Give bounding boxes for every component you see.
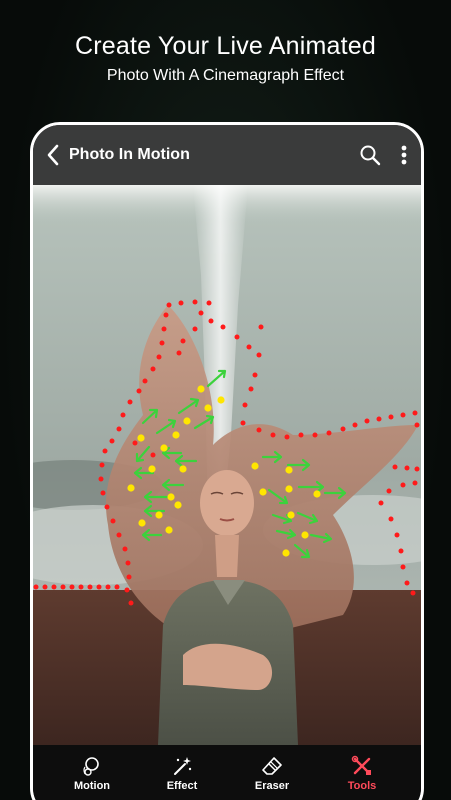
tool-motion-label: Motion — [73, 780, 111, 792]
eraser-icon — [262, 757, 282, 775]
screen: Create Your Live Animated Photo With A C… — [0, 0, 451, 800]
tool-tools-label: Tools — [347, 780, 377, 792]
tool-eraser-label: Eraser — [254, 780, 290, 792]
chevron-left-icon — [47, 144, 59, 166]
magic-wand-icon — [174, 757, 192, 775]
tool-motion[interactable]: Motion — [52, 745, 132, 800]
promo-subtitle: Photo With A Cinemagraph Effect — [106, 67, 345, 84]
bottom-toolbar: Motion Effect Eraser Tools — [33, 745, 421, 800]
back-button[interactable] — [39, 125, 67, 185]
motion-icon — [83, 757, 99, 776]
tool-effect[interactable]: Effect — [142, 745, 222, 800]
app-title: Photo In Motion — [69, 146, 190, 163]
promo-title: Create Your Live Animated — [74, 32, 377, 60]
tool-eraser[interactable]: Eraser — [232, 745, 312, 800]
tool-tools[interactable]: Tools — [322, 745, 402, 800]
search-icon — [360, 145, 381, 166]
photo-svg[interactable] — [33, 185, 421, 745]
app-bar: Photo In Motion — [33, 125, 421, 185]
phone-frame: Photo In Motion Motion Effect Eraser Too… — [30, 122, 424, 800]
tools-icon — [351, 755, 371, 775]
overflow-menu-button[interactable] — [387, 125, 421, 185]
photo-canvas[interactable] — [33, 185, 421, 745]
promo-header: Create Your Live Animated Photo With A C… — [0, 30, 451, 88]
search-button[interactable] — [353, 125, 387, 185]
tool-effect-label: Effect — [166, 780, 198, 792]
more-vertical-icon — [401, 145, 407, 165]
